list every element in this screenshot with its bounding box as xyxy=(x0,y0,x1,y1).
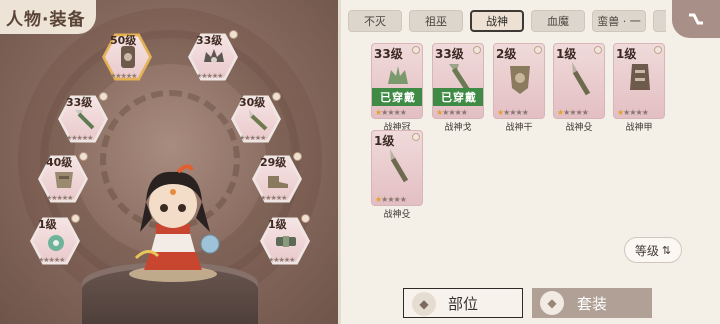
tab-zuwu[interactable]: 祖巫 xyxy=(409,10,463,32)
slot-stars: ★★★★★ xyxy=(46,194,73,202)
set-view-button[interactable]: ◆ 套装 xyxy=(532,288,652,318)
slot-view-icon: ◆ xyxy=(412,292,436,316)
armor-icon xyxy=(630,64,650,90)
item-name: 战神干 xyxy=(505,123,533,133)
slot-stars: ★★★★★ xyxy=(260,194,287,202)
worn-badge: 已穿戴 xyxy=(433,88,483,106)
tab-xuemo[interactable]: 血魔 xyxy=(531,10,585,32)
tab-zhanshen[interactable]: 战神 xyxy=(470,10,524,32)
item-level: 33级 xyxy=(435,47,464,61)
equip-slot-belt[interactable]: 1级 ★★★★★ xyxy=(260,214,310,266)
item-card[interactable]: 已穿戴 33级 ★★★★★ 战神戈 xyxy=(432,43,484,133)
level-sort-label: 等级 xyxy=(634,243,659,258)
item-card[interactable]: 1级 ★★★★★ 战神殳 xyxy=(553,43,605,133)
equip-slot-crown[interactable]: 33级 ★★★★★ xyxy=(188,30,238,82)
slot-stars: ★★★★★ xyxy=(239,134,266,142)
item-stars: ★★★★★ xyxy=(497,108,529,117)
slot-level: 1级 xyxy=(38,218,57,231)
gem-socket xyxy=(71,214,80,223)
item-level: 1级 xyxy=(374,134,395,148)
equip-slot-pendant[interactable]: 1级 ★★★★★ xyxy=(30,214,80,266)
item-card[interactable]: 1级 ★★★★★ 战神殳 xyxy=(371,130,423,220)
tab-yaolong[interactable]: 妖龙 xyxy=(653,10,666,32)
item-name: 战神殳 xyxy=(383,210,411,220)
title-bar: 人物·装备 xyxy=(0,0,96,34)
slot-stars: ★★★★★ xyxy=(268,256,295,264)
slot-level: 1级 xyxy=(268,218,287,231)
back-arrow-icon xyxy=(689,13,703,25)
gem-socket xyxy=(229,30,238,39)
item-level: 2级 xyxy=(496,47,517,61)
category-tabs: 不灭 祖巫 战神 血魔 蛮兽 · 一 妖龙 xyxy=(348,10,666,32)
slot-view-button[interactable]: ◆ 部位 xyxy=(403,288,523,318)
spear-icon xyxy=(572,62,591,96)
slot-level: 50级 xyxy=(110,34,137,47)
equip-slot-bracer[interactable]: 50级 ★★★★★ xyxy=(102,32,152,82)
tab-bumie[interactable]: 不灭 xyxy=(348,10,402,32)
item-stars: ★★★★★ xyxy=(375,108,407,117)
level-sort-button[interactable]: 等级 ⇅ xyxy=(624,237,682,263)
gem-socket xyxy=(473,46,481,54)
gem-socket xyxy=(594,46,602,54)
worn-badge: 已穿戴 xyxy=(372,88,422,106)
character-stage: 人物·装备 50级 ★★★★★ 33级 ★★★★★ 33级 ★★★★★ 30级 … xyxy=(0,0,340,324)
item-stars: ★★★★★ xyxy=(617,108,649,117)
equip-slot-spear[interactable]: 30级 ★★★★★ xyxy=(231,92,281,144)
gem-socket xyxy=(272,92,281,101)
tab-manshou[interactable]: 蛮兽 · 一 xyxy=(592,10,646,32)
gem-socket xyxy=(412,133,420,141)
item-card[interactable]: 已穿戴 33级 ★★★★★ 战神冠 xyxy=(371,43,423,133)
item-stars: ★★★★★ xyxy=(375,195,407,204)
item-stars: ★★★★★ xyxy=(557,108,589,117)
equip-slot-halberd[interactable]: 33级 ★★★★★ xyxy=(58,92,108,144)
page-title: 人物·装备 xyxy=(6,10,86,30)
slot-view-label: 部位 xyxy=(447,294,478,313)
gem-socket xyxy=(301,214,310,223)
gem-socket xyxy=(534,46,542,54)
gem-socket xyxy=(293,152,302,161)
set-view-icon: ◆ xyxy=(540,291,564,315)
gem-socket xyxy=(654,46,662,54)
back-button[interactable] xyxy=(672,0,720,38)
gem-socket xyxy=(79,152,88,161)
slot-stars: ★★★★★ xyxy=(38,256,65,264)
slot-level: 33级 xyxy=(196,34,223,47)
item-name: 战神甲 xyxy=(625,123,653,133)
item-name: 战神戈 xyxy=(444,123,472,133)
slot-stars: ★★★★★ xyxy=(110,72,137,80)
slot-level: 40级 xyxy=(46,156,73,169)
set-view-label: 套装 xyxy=(576,294,607,313)
equip-slot-armor[interactable]: 40级 ★★★★★ xyxy=(38,152,88,204)
slot-level: 30级 xyxy=(239,96,266,109)
shield-icon xyxy=(510,66,530,94)
slot-level: 33级 xyxy=(66,96,93,109)
item-level: 1级 xyxy=(616,47,637,61)
gem-socket xyxy=(99,92,108,101)
slot-stars: ★★★★★ xyxy=(196,72,223,80)
equip-slot-boots[interactable]: 29级 ★★★★★ xyxy=(252,152,302,204)
sort-arrows-icon: ⇅ xyxy=(661,243,672,257)
item-level: 1级 xyxy=(556,47,577,61)
slot-stars: ★★★★★ xyxy=(66,134,93,142)
item-level: 33级 xyxy=(374,47,403,61)
item-name: 战神殳 xyxy=(565,123,593,133)
spear-icon xyxy=(390,149,409,183)
item-card[interactable]: 1级 ★★★★★ 战神甲 xyxy=(613,43,665,133)
hero-character[interactable] xyxy=(118,162,228,282)
gem-socket xyxy=(412,46,420,54)
item-stars: ★★★★★ xyxy=(436,108,468,117)
slot-level: 29级 xyxy=(260,156,287,169)
item-card[interactable]: 2级 ★★★★★ 战神干 xyxy=(493,43,545,133)
